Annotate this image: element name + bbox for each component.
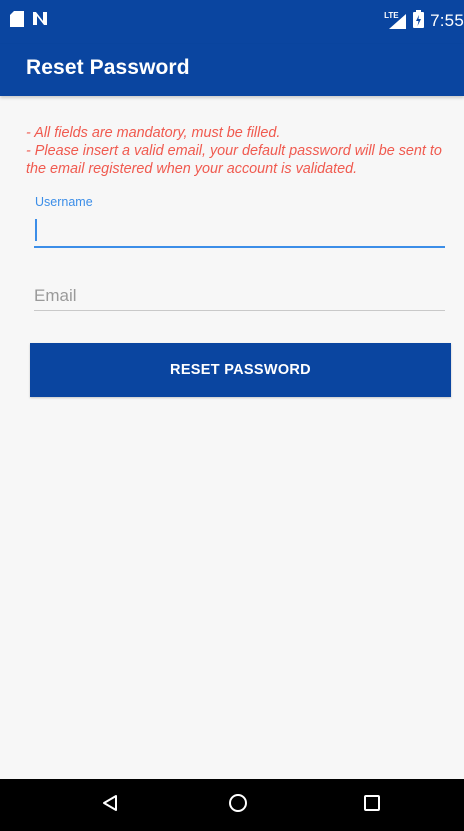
email-input[interactable] — [34, 282, 445, 311]
battery-icon — [413, 9, 425, 33]
lte-label: LTE — [384, 11, 399, 20]
sd-card-icon — [10, 10, 24, 32]
username-label: Username — [35, 195, 93, 209]
lte-signal-icon: LTE — [384, 11, 407, 30]
n-notification-icon — [32, 11, 48, 31]
app-bar: Reset Password — [0, 44, 464, 96]
status-right-icons: LTE 7:55 — [384, 9, 464, 33]
home-icon — [228, 793, 248, 818]
validation-notes: - All fields are mandatory, must be fill… — [26, 124, 456, 178]
status-bar: LTE 7:55 — [0, 0, 464, 44]
home-button[interactable] — [208, 779, 268, 831]
back-icon — [100, 793, 120, 818]
navigation-bar — [0, 779, 464, 831]
note-mandatory: - All fields are mandatory, must be fill… — [26, 125, 281, 141]
recents-icon — [363, 794, 381, 817]
page-title: Reset Password — [26, 56, 190, 79]
text-cursor — [35, 219, 37, 241]
reset-password-button[interactable]: RESET PASSWORD — [30, 343, 451, 397]
note-valid-email: - Please insert a valid email, your defa… — [26, 143, 446, 177]
back-button[interactable] — [80, 779, 140, 831]
username-input[interactable] — [34, 214, 445, 248]
status-left-icons — [10, 10, 48, 32]
recents-button[interactable] — [342, 779, 402, 831]
screen: LTE 7:55 Reset Password - All fields are… — [0, 0, 464, 831]
status-time: 7:55 — [430, 11, 464, 30]
